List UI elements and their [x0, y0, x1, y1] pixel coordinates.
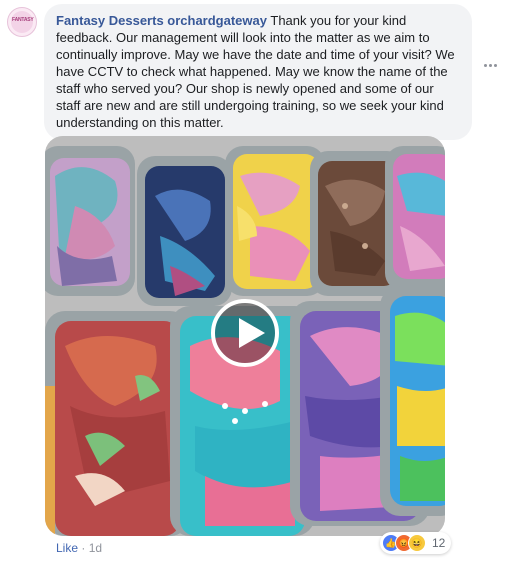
reaction-count: 12 — [432, 536, 446, 550]
comment-text: Thank you for your kind feedback. Our ma… — [56, 13, 455, 130]
tray-front-1 — [45, 311, 190, 536]
fantasy-desserts-logo: FANTASY — [11, 11, 34, 33]
video-thumbnail[interactable] — [45, 136, 445, 536]
comment-bubble: Fantasy Desserts orchardgateway Thank yo… — [44, 4, 472, 140]
comment-time[interactable]: 1d — [89, 541, 102, 555]
page-avatar[interactable]: FANTASY — [7, 7, 37, 37]
logo-text: FANTASY — [12, 17, 34, 23]
tray-back-1 — [45, 146, 135, 296]
play-icon[interactable] — [211, 299, 279, 367]
tray-back-2 — [137, 156, 232, 306]
more-options-icon[interactable] — [484, 60, 500, 70]
like-link[interactable]: Like — [56, 541, 78, 555]
tray-front-4 — [380, 286, 445, 516]
comment-author[interactable]: Fantasy Desserts orchardgateway — [56, 13, 267, 28]
comment-actions: Like · 1d — [56, 541, 102, 555]
tray-back-5 — [385, 146, 445, 291]
haha-icon: 😆 — [408, 534, 426, 552]
separator: · — [78, 541, 89, 555]
reactions-summary[interactable]: 👍 😡 😆 12 — [380, 532, 452, 554]
